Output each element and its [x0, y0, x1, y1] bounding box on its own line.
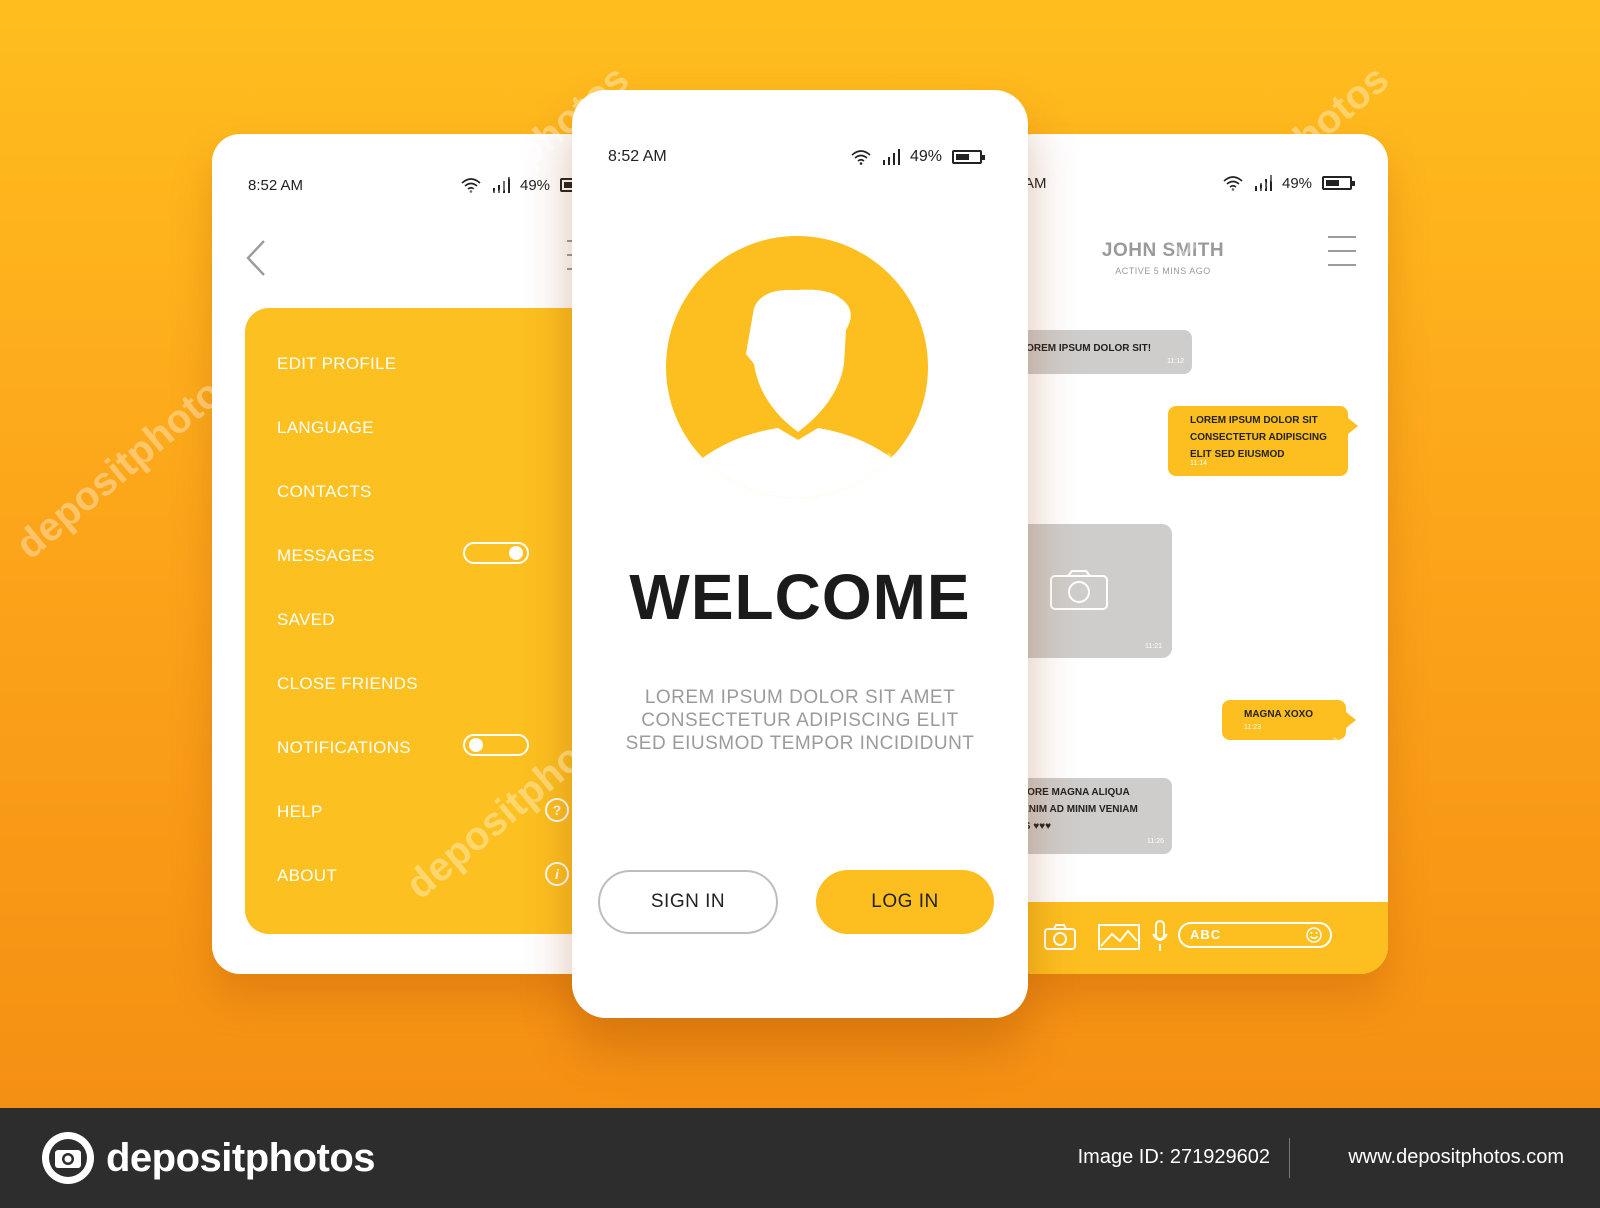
- brand-name: depositphotos: [106, 1135, 376, 1180]
- camera-icon[interactable]: [1044, 924, 1076, 950]
- hamburger-menu-icon[interactable]: [1328, 234, 1356, 268]
- message-text: ELIT SED EIUSMOD: [1190, 449, 1285, 460]
- messages-toggle[interactable]: [463, 542, 529, 564]
- menu-item-contacts[interactable]: CONTACTS: [277, 482, 372, 502]
- signal-icon: [883, 149, 900, 165]
- welcome-phone: 8:52 AM 49% WELCOME LOREM IPSUM DOLOR SI…: [572, 90, 1028, 1018]
- settings-phone: 8:52 AM 49% EDIT PROFILE LANGUAGE CONTAC…: [212, 134, 612, 974]
- footer-bar: depositphotos Image ID: 271929602 www.de…: [0, 1108, 1600, 1208]
- back-arrow-icon[interactable]: [242, 238, 268, 278]
- message-composer: ABC: [1006, 902, 1388, 974]
- wifi-icon: [851, 150, 871, 165]
- message-text: UT ENIM AD MINIM VENIAM: [1006, 804, 1138, 815]
- contact-name: JOHN SMITH: [1101, 240, 1225, 261]
- site-url[interactable]: www.depositphotos.com: [1348, 1146, 1564, 1169]
- message-text: QUIS ♥♥♥: [1006, 821, 1052, 832]
- footer-divider: [1289, 1138, 1290, 1178]
- welcome-line: SED EIUSMOD TEMPOR INCIDIDUNT: [625, 733, 975, 754]
- avatar[interactable]: [666, 236, 928, 498]
- welcome-title: WELCOME: [629, 561, 971, 633]
- battery-icon: [1322, 176, 1356, 190]
- message-time: 11:12: [1167, 358, 1184, 365]
- menu-item-about[interactable]: ABOUT: [277, 866, 337, 886]
- message-input[interactable]: ABC: [1178, 922, 1332, 948]
- contact-active-status: ACTIVE 5 MINS AGO: [1115, 266, 1211, 276]
- signal-icon: [493, 177, 510, 193]
- user-silhouette-icon: [666, 289, 928, 498]
- menu-item-edit-profile[interactable]: EDIT PROFILE: [277, 354, 396, 374]
- image-id: Image ID: 271929602: [1077, 1146, 1270, 1168]
- welcome-line: LOREM IPSUM DOLOR SIT AMET: [644, 687, 956, 708]
- status-bar: 8:52 AM 49%: [212, 170, 612, 200]
- signal-icon: [1255, 175, 1272, 191]
- message-input-placeholder: ABC: [1190, 927, 1222, 942]
- chat-phone: 52 AM 49% JOHN SMITH ACTIVE 5 MINS AGO: [1006, 134, 1388, 974]
- info-icon[interactable]: i: [545, 862, 569, 886]
- message-time: 11:14: [1190, 460, 1207, 467]
- status-bar: 8:52 AM 49%: [572, 142, 1028, 172]
- menu-item-language[interactable]: LANGUAGE: [277, 418, 374, 438]
- menu-item-saved[interactable]: SAVED: [277, 610, 335, 630]
- battery-percent: 49%: [520, 176, 551, 194]
- battery-percent: 49%: [1282, 174, 1313, 192]
- brand[interactable]: depositphotos: [40, 1130, 376, 1186]
- image-icon[interactable]: [1098, 924, 1140, 950]
- menu-item-help[interactable]: HELP: [277, 802, 323, 822]
- welcome-description: LOREM IPSUM DOLOR SIT AMET CONSECTETUR A…: [592, 686, 1008, 755]
- stage: 8:52 AM 49% EDIT PROFILE LANGUAGE CONTAC…: [0, 0, 1600, 1108]
- microphone-icon[interactable]: [1152, 920, 1168, 952]
- emoji-icon[interactable]: [1306, 927, 1322, 943]
- chat-message-incoming: DOLORE MAGNA ALIQUA UT ENIM AD MINIM VEN…: [1006, 778, 1172, 854]
- message-time: 11:21: [1145, 643, 1162, 650]
- wifi-icon: [1223, 176, 1243, 191]
- sign-in-button[interactable]: SIGN IN: [598, 870, 778, 934]
- status-bar: 52 AM 49%: [1006, 168, 1388, 198]
- chat-photo-message[interactable]: 11:21: [1006, 524, 1172, 658]
- depositphotos-logo-icon: [42, 1132, 94, 1184]
- camera-icon: [1050, 570, 1108, 610]
- status-time: 8:52 AM: [608, 148, 667, 165]
- message-time: 11:26: [1147, 838, 1164, 845]
- battery-percent: 49%: [910, 148, 943, 165]
- message-text: LOREM IPSUM DOLOR SIT: [1190, 415, 1318, 426]
- help-icon[interactable]: ?: [545, 798, 569, 822]
- log-in-button[interactable]: LOG IN: [816, 870, 994, 934]
- menu-item-close-friends[interactable]: CLOSE FRIENDS: [277, 674, 418, 694]
- settings-menu-panel: EDIT PROFILE LANGUAGE CONTACTS MESSAGES …: [245, 308, 605, 934]
- battery-icon: [952, 150, 986, 164]
- chat-message-outgoing: MAGNA XOXO 11:23: [1222, 700, 1356, 740]
- welcome-line: CONSECTETUR ADIPISCING ELIT: [641, 710, 959, 731]
- message-text: DOLORE MAGNA ALIQUA: [1006, 787, 1130, 798]
- message-text: CONSECTETUR ADIPISCING: [1190, 432, 1327, 443]
- wifi-icon: [461, 178, 481, 193]
- menu-item-notifications[interactable]: NOTIFICATIONS: [277, 738, 411, 758]
- chat-message-outgoing: LOREM IPSUM DOLOR SIT CONSECTETUR ADIPIS…: [1168, 406, 1358, 476]
- chat-message-incoming: LOREM IPSUM DOLOR SIT! 11:12: [1006, 330, 1192, 374]
- notifications-toggle[interactable]: [463, 734, 529, 756]
- status-time: 8:52 AM: [248, 176, 304, 194]
- message-text: LOREM IPSUM DOLOR SIT!: [1020, 343, 1152, 354]
- message-time: 11:23: [1244, 724, 1261, 731]
- menu-item-messages[interactable]: MESSAGES: [277, 546, 375, 566]
